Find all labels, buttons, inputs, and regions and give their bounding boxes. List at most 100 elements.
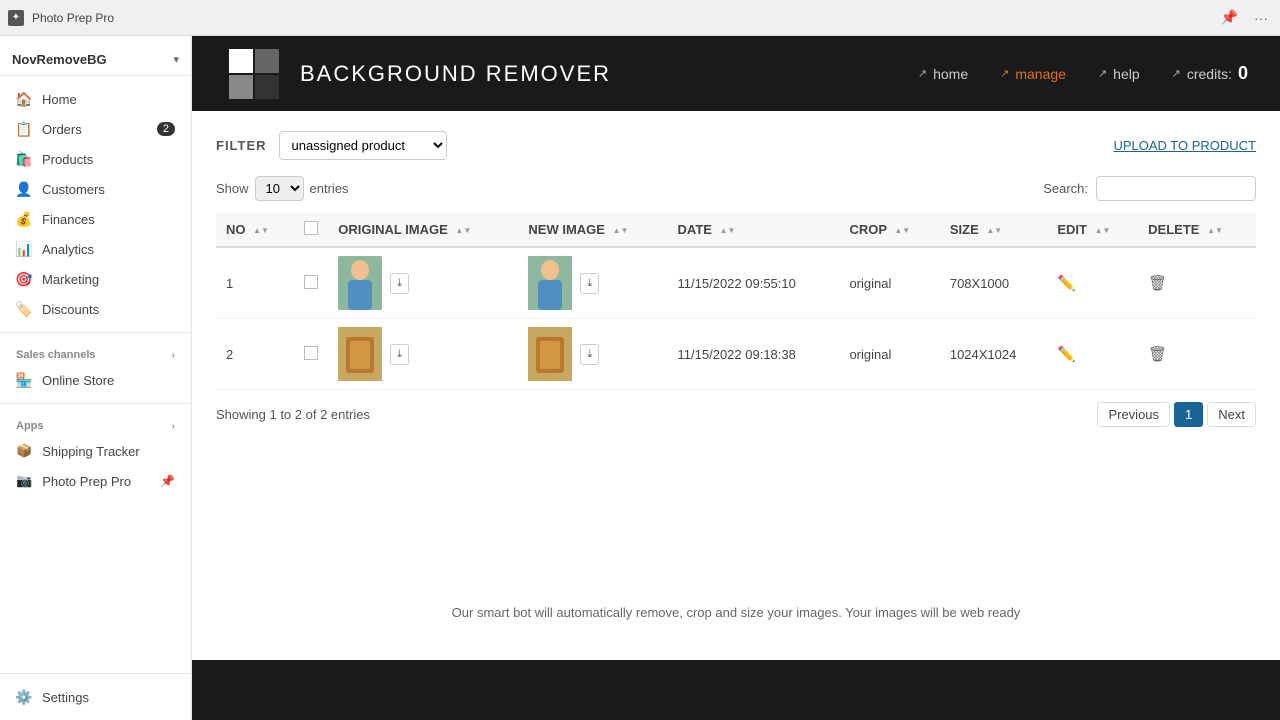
sidebar-item-discounts[interactable]: 🏷️ Discounts bbox=[0, 294, 191, 324]
app-logo: BACKGROUND REMOVER bbox=[224, 44, 611, 104]
credits-value: 0 bbox=[1238, 63, 1248, 84]
sales-channels-header: Sales channels › bbox=[0, 341, 191, 365]
store-name: NovRemoveBG bbox=[12, 52, 107, 67]
logo-container bbox=[224, 44, 284, 104]
col-delete: DELETE ▲▼ bbox=[1138, 213, 1256, 247]
delete-btn-1[interactable]: 🗑 bbox=[1148, 274, 1167, 292]
sidebar-item-marketing[interactable]: 🎯 Marketing bbox=[0, 264, 191, 294]
row-checkbox-1[interactable] bbox=[304, 275, 318, 289]
apps-expand-icon: › bbox=[172, 421, 175, 432]
nav-home[interactable]: ↗ home bbox=[918, 66, 968, 82]
col-crop: CROP ▲▼ bbox=[839, 213, 939, 247]
show-select[interactable]: 10 25 50 bbox=[255, 176, 304, 201]
orig-img-1 bbox=[338, 256, 382, 310]
sidebar-item-label: Products bbox=[42, 152, 93, 167]
sidebar-item-home[interactable]: 🏠 Home bbox=[0, 84, 191, 114]
orig-download-btn-2[interactable]: ⤓ bbox=[390, 344, 409, 365]
finances-icon: 💰 bbox=[16, 211, 32, 227]
more-button[interactable]: ··· bbox=[1250, 7, 1272, 28]
upload-to-product-button[interactable]: UPLOAD TO PRODUCT bbox=[1113, 138, 1256, 153]
cell-no-1: 1 bbox=[216, 247, 294, 319]
sidebar-item-orders[interactable]: 📋 Orders 2 bbox=[0, 114, 191, 144]
sidebar-item-photo-prep-pro[interactable]: 📷 Photo Prep Pro 📌 bbox=[0, 466, 191, 496]
home-icon: 🏠 bbox=[16, 91, 32, 107]
edit-btn-2[interactable]: ✏️ bbox=[1057, 345, 1076, 363]
person-svg-new-1 bbox=[528, 256, 572, 310]
sidebar-item-shipping-tracker[interactable]: 📦 Shipping Tracker bbox=[0, 436, 191, 466]
sidebar-item-analytics[interactable]: 📊 Analytics bbox=[0, 234, 191, 264]
cell-orig-2: ⤓ bbox=[328, 319, 518, 390]
sidebar-divider-2 bbox=[0, 403, 191, 404]
sidebar-item-label: Marketing bbox=[42, 272, 99, 287]
apps-header: Apps › bbox=[0, 412, 191, 436]
products-icon: 🛍️ bbox=[16, 151, 32, 167]
col-no: NO ▲▼ bbox=[216, 213, 294, 247]
new-download-btn-1[interactable]: ⤓ bbox=[580, 273, 599, 294]
sidebar-bottom: ⚙️ Settings bbox=[0, 673, 191, 712]
cell-date-1: 11/15/2022 09:55:10 bbox=[668, 247, 840, 319]
table-row: 1 bbox=[216, 247, 1256, 319]
orig-download-btn-1[interactable]: ⤓ bbox=[390, 273, 409, 294]
nav-help[interactable]: ↗ help bbox=[1098, 66, 1140, 82]
nav-manage[interactable]: ↗ manage bbox=[1000, 66, 1066, 82]
cell-size-2: 1024X1024 bbox=[940, 319, 1048, 390]
pin-icon: 📌 bbox=[160, 474, 175, 488]
app-title: BACKGROUND REMOVER bbox=[300, 61, 611, 87]
row-checkbox-2[interactable] bbox=[304, 346, 318, 360]
expand-icon: › bbox=[172, 350, 175, 361]
credits-label: credits: bbox=[1187, 66, 1232, 82]
delete-btn-2[interactable]: 🗑 bbox=[1148, 345, 1167, 363]
sort-icon-size: ▲▼ bbox=[986, 226, 1002, 235]
new-img-2 bbox=[528, 327, 572, 381]
manage-nav-label: manage bbox=[1015, 66, 1066, 82]
sort-icon-orig: ▲▼ bbox=[455, 226, 471, 235]
sidebar-item-label: Settings bbox=[42, 690, 89, 705]
content-header: FILTER unassigned product all products U… bbox=[216, 131, 1256, 160]
show-entries: Show 10 25 50 entries bbox=[216, 176, 349, 201]
titlebar-actions: 📌 ··· bbox=[1217, 7, 1272, 28]
new-img-1 bbox=[528, 256, 572, 310]
entries-label: entries bbox=[310, 181, 349, 196]
sidebar: NovRemoveBG ▾ 🏠 Home 📋 Orders 2 🛍️ Produ… bbox=[0, 36, 192, 720]
select-all-checkbox[interactable] bbox=[304, 221, 318, 235]
filter-label: FILTER bbox=[216, 138, 267, 153]
main-layout: NovRemoveBG ▾ 🏠 Home 📋 Orders 2 🛍️ Produ… bbox=[0, 36, 1280, 720]
new-download-btn-2[interactable]: ⤓ bbox=[580, 344, 599, 365]
search-row: Search: bbox=[1043, 176, 1256, 201]
col-size: SIZE ▲▼ bbox=[940, 213, 1048, 247]
store-chevron-icon: ▾ bbox=[173, 53, 179, 66]
sidebar-item-label: Online Store bbox=[42, 373, 114, 388]
sidebar-item-customers[interactable]: 👤 Customers bbox=[0, 174, 191, 204]
cell-edit-1: ✏️ bbox=[1047, 247, 1138, 319]
sidebar-item-label: Customers bbox=[42, 182, 105, 197]
photo-prep-pro-icon: 📷 bbox=[16, 473, 32, 489]
titlebar: ✦ Photo Prep Pro 📌 ··· bbox=[0, 0, 1280, 36]
showing-text: Showing 1 to 2 of 2 entries bbox=[216, 407, 370, 422]
table-header-row: NO ▲▼ ORIGINAL IMAGE ▲▼ NEW I bbox=[216, 213, 1256, 247]
main-window: ✦ Photo Prep Pro 📌 ··· NovRemoveBG ▾ 🏠 H… bbox=[0, 0, 1280, 720]
shirt-svg-1 bbox=[338, 327, 382, 381]
sidebar-item-products[interactable]: 🛍️ Products bbox=[0, 144, 191, 174]
shipping-tracker-icon: 📦 bbox=[16, 443, 32, 459]
pagination: Previous 1 Next bbox=[1097, 402, 1256, 427]
store-selector[interactable]: NovRemoveBG ▾ bbox=[0, 44, 191, 76]
edit-btn-1[interactable]: ✏️ bbox=[1057, 274, 1076, 292]
pin-button[interactable]: 📌 bbox=[1217, 7, 1242, 28]
credits-arrow: ↗ bbox=[1172, 67, 1181, 80]
sidebar-item-online-store[interactable]: 🏪 Online Store bbox=[0, 365, 191, 395]
search-input[interactable] bbox=[1096, 176, 1256, 201]
filter-select[interactable]: unassigned product all products bbox=[279, 131, 447, 160]
help-nav-label: help bbox=[1113, 66, 1139, 82]
next-btn[interactable]: Next bbox=[1207, 402, 1256, 427]
page-1-btn[interactable]: 1 bbox=[1174, 402, 1203, 427]
data-table: NO ▲▼ ORIGINAL IMAGE ▲▼ NEW I bbox=[216, 213, 1256, 390]
sidebar-item-settings[interactable]: ⚙️ Settings bbox=[0, 682, 191, 712]
settings-icon: ⚙️ bbox=[16, 689, 32, 705]
sort-icon-no: ▲▼ bbox=[253, 226, 269, 235]
previous-btn[interactable]: Previous bbox=[1097, 402, 1170, 427]
cell-new-2: ⤓ bbox=[518, 319, 667, 390]
sidebar-item-label: Orders bbox=[42, 122, 82, 137]
orig-img-cell-2: ⤓ bbox=[338, 327, 508, 381]
sidebar-item-finances[interactable]: 💰 Finances bbox=[0, 204, 191, 234]
sort-icon-date: ▲▼ bbox=[720, 226, 736, 235]
